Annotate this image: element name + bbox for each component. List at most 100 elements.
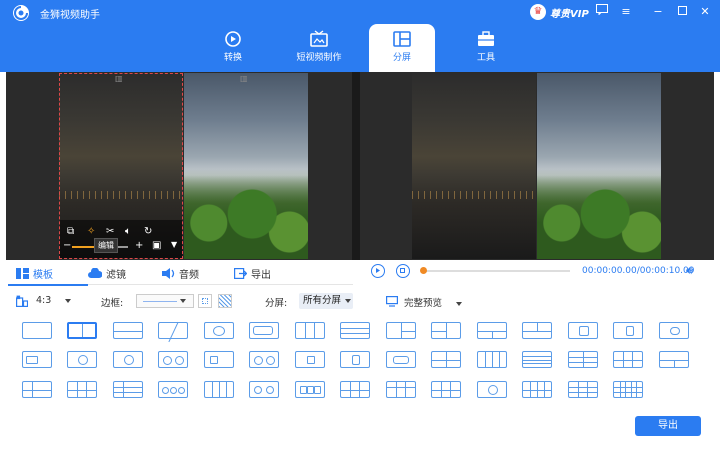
minus-icon[interactable]: −: [63, 240, 71, 251]
template-label: 模板: [33, 270, 53, 281]
menu-icon[interactable]: ≡: [618, 4, 634, 20]
export-tab-button[interactable]: 导出: [234, 266, 271, 281]
layout-template[interactable]: [295, 322, 325, 339]
layout-template[interactable]: [477, 351, 507, 368]
audio-label: 音频: [179, 270, 199, 281]
volume-icon[interactable]: 🔈︎: [125, 226, 131, 237]
preview-clip-2: [537, 73, 661, 259]
layout-template[interactable]: [386, 381, 416, 398]
layout-template[interactable]: [295, 351, 325, 368]
chevron-down-icon: [180, 299, 186, 303]
reset-icon[interactable]: ↻: [144, 226, 152, 237]
minimize-icon[interactable]: −: [650, 4, 666, 20]
play-button[interactable]: [371, 264, 385, 278]
layout-template[interactable]: [158, 351, 188, 368]
filter-icon: [88, 268, 102, 278]
layout-template[interactable]: [67, 381, 97, 398]
audio-button[interactable]: 音频: [162, 266, 199, 281]
layout-template[interactable]: [431, 322, 461, 339]
app-title: 金狮视频助手: [40, 10, 100, 21]
layout-template[interactable]: [22, 351, 52, 368]
tab-split-screen[interactable]: 分屏: [369, 24, 435, 72]
stop-button[interactable]: [396, 264, 410, 278]
clip-edit-toolbar: [60, 220, 182, 258]
layout-template[interactable]: [22, 381, 52, 398]
export-tab-label: 导出: [251, 270, 271, 281]
ratio-select[interactable]: 4:3: [36, 295, 72, 306]
split-select[interactable]: 所有分屏: [299, 293, 353, 309]
layout-template[interactable]: [340, 351, 370, 368]
preview-mode-select[interactable]: 完整预览: [404, 295, 463, 309]
split-screen-icon: [393, 31, 411, 47]
tab-short-video[interactable]: 短视频制作: [286, 24, 352, 72]
aspect-icon[interactable]: ▣: [152, 240, 161, 251]
layout-template[interactable]: [568, 322, 598, 339]
tab-convert-label: 转换: [223, 53, 242, 63]
border-pattern-button[interactable]: [218, 294, 232, 308]
scissors-icon[interactable]: ✂: [106, 226, 114, 237]
magic-icon[interactable]: ✧: [87, 226, 95, 237]
layout-template[interactable]: [613, 322, 643, 339]
layout-template[interactable]: [431, 381, 461, 398]
layout-template[interactable]: [659, 322, 689, 339]
tab-tools[interactable]: 工具: [453, 24, 519, 72]
layout-template[interactable]: [522, 381, 552, 398]
film-icon: ▥: [240, 74, 248, 83]
layout-template[interactable]: [568, 351, 598, 368]
layout-template[interactable]: [295, 381, 325, 398]
layout-template[interactable]: [613, 351, 643, 368]
volume-icon[interactable]: 🔊︎: [686, 264, 693, 278]
tab-split-screen-label: 分屏: [392, 53, 411, 63]
layout-template[interactable]: [249, 351, 279, 368]
layout-template[interactable]: [522, 322, 552, 339]
layout-template[interactable]: [113, 381, 143, 398]
layout-template[interactable]: [477, 381, 507, 398]
message-icon[interactable]: [594, 4, 610, 20]
preview-mode-label: 完整预览: [404, 298, 443, 309]
tab-convert[interactable]: 转换: [200, 24, 266, 72]
layout-template[interactable]: [477, 322, 507, 339]
playback-progress[interactable]: [422, 270, 570, 272]
layout-template[interactable]: [67, 322, 97, 339]
layout-template[interactable]: [613, 381, 643, 398]
split-value: 所有分屏: [303, 295, 342, 306]
layout-template[interactable]: [386, 351, 416, 368]
export-icon: [234, 268, 247, 279]
layout-template[interactable]: [249, 322, 279, 339]
close-icon[interactable]: ✕: [697, 4, 713, 20]
layout-template[interactable]: [659, 351, 689, 368]
layout-template[interactable]: [22, 322, 52, 339]
layout-template[interactable]: [431, 351, 461, 368]
dropdown-icon[interactable]: ▼: [171, 240, 177, 249]
layout-template[interactable]: [249, 381, 279, 398]
layout-template[interactable]: [67, 351, 97, 368]
crown-icon: ♛: [530, 4, 546, 20]
layout-template[interactable]: [158, 381, 188, 398]
edit-tooltip: 编辑: [94, 238, 118, 253]
layout-template[interactable]: [340, 322, 370, 339]
plus-icon[interactable]: +: [135, 240, 143, 251]
layout-template[interactable]: [522, 351, 552, 368]
tab-tools-label: 工具: [476, 53, 495, 63]
vip-badge[interactable]: ♛ 尊贵VIP: [530, 4, 589, 20]
video-clip-2[interactable]: [184, 73, 308, 259]
layout-template[interactable]: [204, 322, 234, 339]
crop-icon[interactable]: ⧉: [67, 226, 74, 237]
maximize-icon[interactable]: [674, 4, 690, 20]
layout-template[interactable]: [340, 381, 370, 398]
playback-handle[interactable]: [420, 267, 427, 274]
tab-short-video-label: 短视频制作: [296, 53, 342, 63]
border-color-button[interactable]: [198, 294, 212, 308]
layout-template[interactable]: [158, 321, 188, 343]
layout-template[interactable]: [204, 381, 234, 398]
template-button[interactable]: 模板: [16, 266, 53, 281]
layout-template[interactable]: [113, 351, 143, 368]
layout-template[interactable]: [204, 351, 234, 368]
layout-template[interactable]: [386, 322, 416, 339]
layout-template[interactable]: [113, 322, 143, 339]
playback-time: 00:00:00.00/00:00:10.09: [582, 266, 695, 276]
export-button[interactable]: 导出: [635, 416, 701, 436]
app-logo-icon: [13, 5, 29, 21]
layout-template[interactable]: [568, 381, 598, 398]
filter-button[interactable]: 滤镜: [88, 266, 126, 281]
